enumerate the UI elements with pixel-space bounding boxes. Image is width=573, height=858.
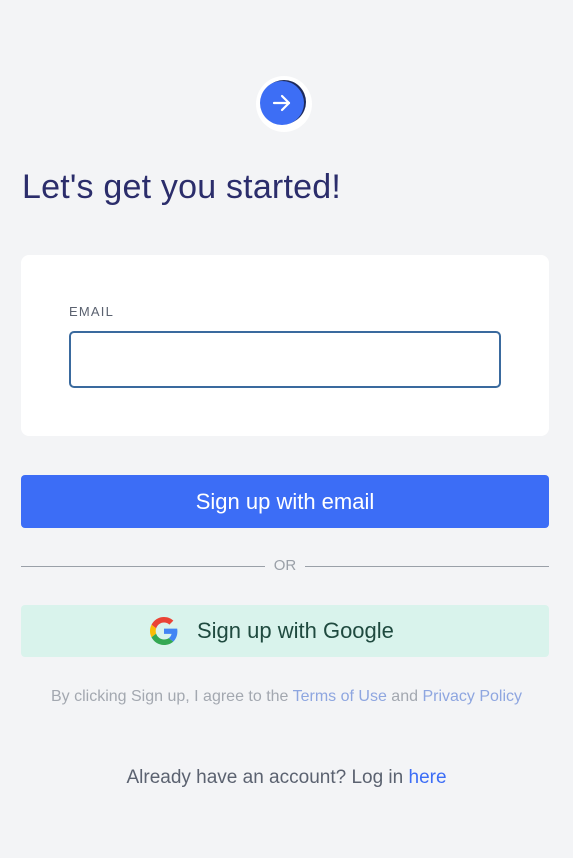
email-label: EMAIL <box>69 304 115 319</box>
signup-card: EMAIL <box>21 255 549 436</box>
page-title: Let's get you started! <box>22 168 341 206</box>
login-link[interactable]: here <box>409 767 447 788</box>
or-divider: OR <box>21 556 549 576</box>
arrow-right-icon <box>272 94 291 112</box>
login-prompt: Already have an account? Log in here <box>0 767 573 789</box>
google-button-label: Sign up with Google <box>197 618 394 643</box>
login-prefix: Already have an account? Log in <box>126 767 409 788</box>
signup-email-button[interactable]: Sign up with email <box>21 475 549 528</box>
divider-line-left <box>21 566 265 567</box>
divider-line-right <box>305 566 549 567</box>
email-field[interactable] <box>69 331 501 388</box>
signup-google-button[interactable]: Sign up with Google <box>21 605 549 657</box>
terms-notice: By clicking Sign up, I agree to the Term… <box>0 688 573 706</box>
terms-prefix: By clicking Sign up, I agree to the <box>50 688 293 705</box>
logo <box>256 76 312 132</box>
terms-of-use-link[interactable]: Terms of Use <box>293 688 387 705</box>
logo-circle <box>260 81 304 125</box>
privacy-policy-link[interactable]: Privacy Policy <box>422 688 522 705</box>
terms-conjunction: and <box>386 688 423 705</box>
google-icon <box>150 617 178 645</box>
divider-or-text: OR <box>273 557 297 574</box>
